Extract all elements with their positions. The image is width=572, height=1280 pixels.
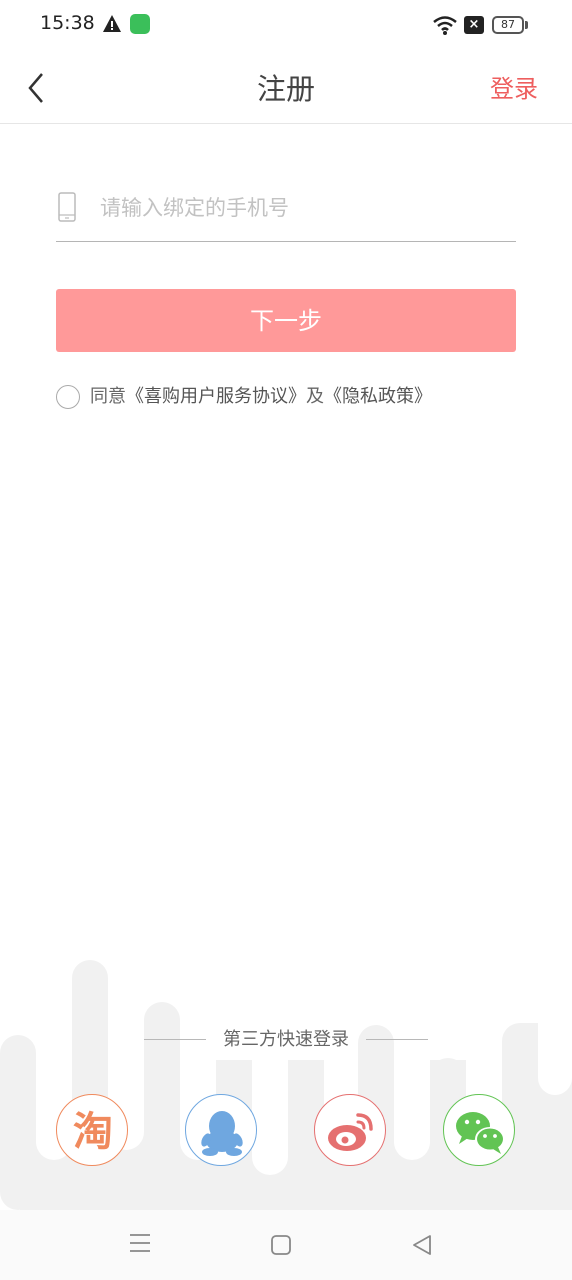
next-step-button[interactable]: 下一步	[56, 289, 516, 352]
agreement-text: 同意《喜购用户服务协议》及《隐私政策》	[90, 384, 432, 410]
taobao-icon: 淘	[73, 1109, 113, 1155]
phone-icon	[58, 192, 76, 222]
page-title: 注册	[256, 72, 315, 106]
warning-icon	[103, 15, 121, 32]
wifi-icon	[433, 16, 457, 35]
qq-login-button[interactable]	[185, 1094, 257, 1166]
agreement-conjunction: 及	[306, 386, 324, 407]
agree-checkbox[interactable]	[56, 385, 80, 409]
qq-icon	[201, 1111, 243, 1156]
divider-right	[366, 1039, 428, 1040]
login-link[interactable]: 登录	[490, 72, 538, 106]
divider-left	[144, 1039, 206, 1040]
back-triangle-icon[interactable]	[410, 1233, 434, 1257]
taobao-login-button[interactable]: 淘	[56, 1094, 128, 1166]
menu-icon[interactable]	[128, 1232, 152, 1254]
wechat-icon	[456, 1112, 505, 1154]
weibo-login-button[interactable]	[314, 1094, 386, 1166]
svg-text:淘: 淘	[73, 1109, 113, 1155]
third-party-label: 第三方快速登录	[223, 1029, 349, 1050]
agreement-prefix: 同意	[90, 386, 126, 407]
battery-tip	[525, 21, 528, 29]
sim-off-icon: ×	[464, 16, 484, 34]
privacy-policy-link[interactable]: 《隐私政策》	[324, 386, 432, 407]
status-time: 15:38	[40, 12, 95, 34]
weibo-icon	[328, 1113, 373, 1151]
phone-input[interactable]	[100, 188, 500, 228]
battery-icon: 87	[492, 16, 524, 34]
wave-background	[0, 960, 572, 1210]
app-notification-icon	[130, 14, 150, 34]
service-agreement-link[interactable]: 《喜购用户服务协议》	[126, 386, 306, 407]
wechat-login-button[interactable]	[443, 1094, 515, 1166]
home-icon[interactable]	[270, 1234, 292, 1256]
